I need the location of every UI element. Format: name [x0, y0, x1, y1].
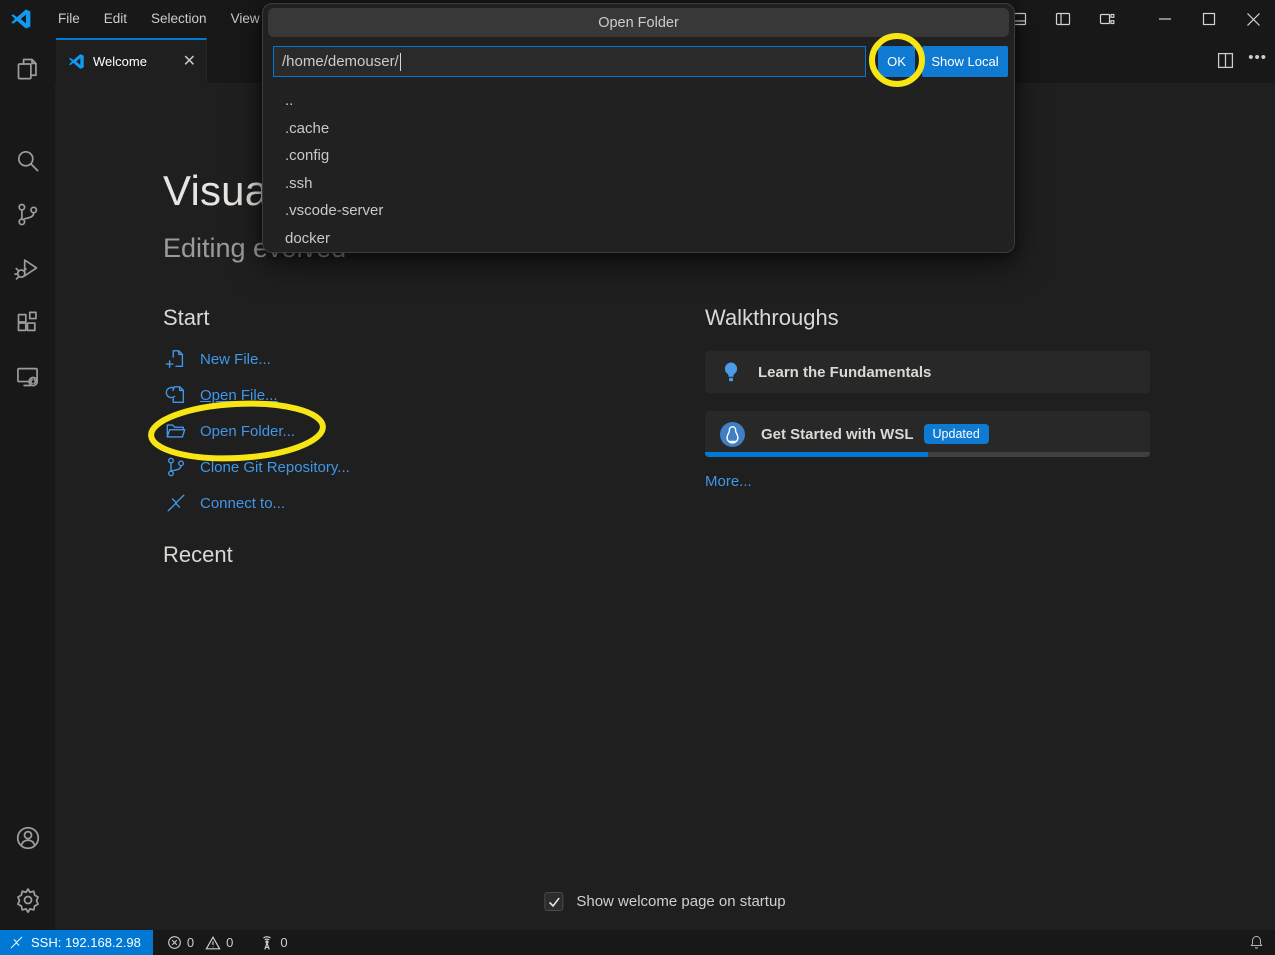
- start-links: New File... Open File... Open Folder... …: [165, 345, 350, 517]
- remote-explorer-icon[interactable]: [0, 354, 55, 398]
- lightbulb-icon: [719, 360, 743, 384]
- recent-heading: Recent: [163, 542, 233, 568]
- folder-list: .. .cache .config .ssh .vscode-server do…: [263, 87, 1014, 252]
- more-walkthroughs-link[interactable]: More...: [705, 473, 752, 490]
- show-welcome-checkbox[interactable]: [544, 892, 563, 911]
- minimize-button[interactable]: [1143, 0, 1187, 38]
- remote-indicator[interactable]: SSH: 192.168.2.98: [0, 930, 153, 955]
- open-file-link[interactable]: Open File...: [165, 381, 350, 409]
- open-folder-icon: [165, 420, 187, 442]
- warning-count: 0: [226, 935, 233, 950]
- status-bar: SSH: 192.168.2.98 0 0 0: [0, 930, 1275, 955]
- folder-item-parent[interactable]: ..: [263, 87, 1014, 115]
- vscode-tab-icon: [68, 53, 85, 70]
- git-branch-icon: [165, 456, 187, 478]
- walkthrough-progress-fill: [705, 452, 928, 457]
- folder-item-vscode-server[interactable]: .vscode-server: [263, 197, 1014, 225]
- open-file-icon: [165, 384, 187, 406]
- walkthrough-progress-track: [705, 452, 1150, 457]
- open-folder-link[interactable]: Open Folder...: [165, 417, 350, 445]
- open-folder-dialog: Open Folder /home/demouser/ OK Show Loca…: [262, 3, 1015, 253]
- error-count: 0: [187, 935, 194, 950]
- radio-tower-icon: [259, 935, 275, 951]
- editor-actions: •••: [1217, 38, 1267, 83]
- maximize-button[interactable]: [1187, 0, 1231, 38]
- extensions-icon[interactable]: [0, 300, 55, 344]
- folder-path-input[interactable]: /home/demouser/: [273, 46, 866, 77]
- show-local-button[interactable]: Show Local: [922, 46, 1008, 77]
- menu-edit[interactable]: Edit: [92, 0, 139, 38]
- walkthrough-card-fundamentals[interactable]: Learn the Fundamentals: [705, 351, 1150, 393]
- clone-repo-link[interactable]: Clone Git Repository...: [165, 453, 350, 481]
- ok-button[interactable]: OK: [878, 46, 915, 77]
- run-debug-icon[interactable]: [0, 246, 55, 290]
- tab-welcome[interactable]: Welcome ✕: [56, 38, 207, 83]
- accounts-icon[interactable]: [0, 816, 55, 860]
- ports-indicator[interactable]: 0: [259, 935, 287, 951]
- folder-item-cache[interactable]: .cache: [263, 115, 1014, 143]
- updated-badge: Updated: [924, 424, 989, 444]
- remote-label: SSH: 192.168.2.98: [31, 935, 141, 950]
- tab-welcome-label: Welcome: [93, 54, 183, 69]
- split-editor-icon[interactable]: [1217, 52, 1234, 69]
- startup-checkbox-label: Show welcome page on startup: [576, 893, 785, 910]
- menu-bar: File Edit Selection View: [46, 0, 272, 38]
- folder-item-config[interactable]: .config: [263, 142, 1014, 170]
- vscode-logo-icon: [10, 8, 32, 30]
- menu-selection[interactable]: Selection: [139, 0, 219, 38]
- new-file-icon: [165, 348, 187, 370]
- activity-bar: [0, 38, 55, 930]
- window-controls: [997, 0, 1275, 38]
- search-icon[interactable]: [0, 138, 55, 182]
- card-label: Learn the Fundamentals: [758, 364, 931, 381]
- close-window-button[interactable]: [1231, 0, 1275, 38]
- more-actions-icon[interactable]: •••: [1248, 49, 1267, 72]
- start-heading: Start: [163, 305, 209, 331]
- source-control-icon[interactable]: [0, 192, 55, 236]
- walkthroughs-heading: Walkthroughs: [705, 305, 839, 331]
- warnings-icon: [205, 935, 221, 951]
- folder-item-docker[interactable]: docker: [263, 225, 1014, 253]
- layout-sidebar-icon[interactable]: [1041, 0, 1085, 38]
- folder-path-value: /home/demouser/: [282, 53, 399, 70]
- checkmark-icon: [547, 895, 561, 909]
- wsl-penguin-icon: [719, 421, 746, 448]
- dialog-title: Open Folder: [268, 8, 1009, 37]
- new-file-link[interactable]: New File...: [165, 345, 350, 373]
- vscode-window: File Edit Selection View: [0, 0, 1275, 955]
- settings-gear-icon[interactable]: [0, 878, 55, 922]
- ports-count: 0: [280, 935, 287, 950]
- text-caret: [400, 53, 402, 71]
- tab-close-icon[interactable]: ✕: [183, 54, 196, 70]
- bell-icon: [1248, 934, 1265, 951]
- folder-item-ssh[interactable]: .ssh: [263, 170, 1014, 198]
- remote-status-icon: [9, 935, 24, 950]
- notifications-bell[interactable]: [1248, 930, 1265, 955]
- startup-checkbox-row: Show welcome page on startup: [544, 892, 785, 911]
- errors-icon: [167, 935, 182, 950]
- menu-file[interactable]: File: [46, 0, 92, 38]
- remote-icon: [165, 492, 187, 514]
- walkthrough-card-wsl[interactable]: Get Started with WSL Updated: [705, 411, 1150, 457]
- explorer-icon[interactable]: [0, 46, 55, 90]
- card-label: Get Started with WSL: [761, 426, 914, 443]
- connect-to-link[interactable]: Connect to...: [165, 489, 350, 517]
- layout-customize-icon[interactable]: [1085, 0, 1129, 38]
- problems-indicator[interactable]: 0 0: [167, 935, 233, 951]
